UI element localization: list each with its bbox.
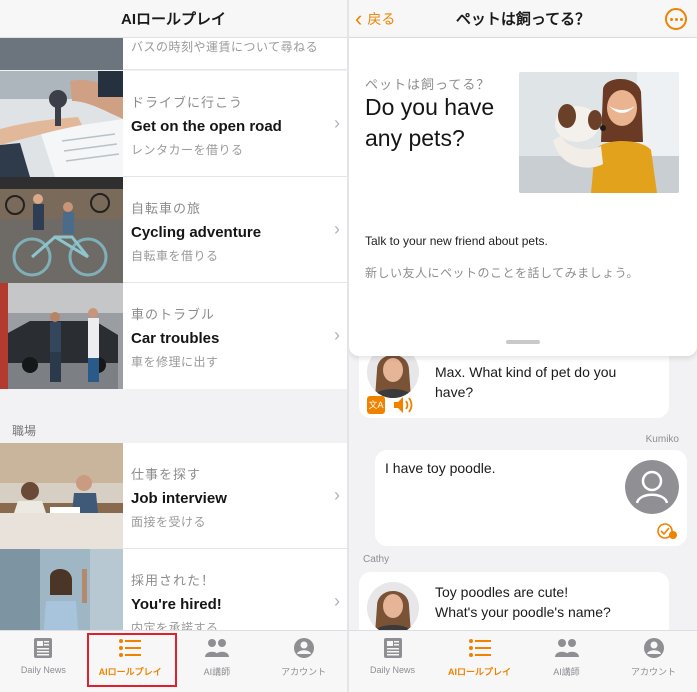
message-text: have? — [435, 384, 474, 400]
scenario-subtitle: 内定を承諾する — [131, 621, 219, 630]
check-icon[interactable] — [657, 522, 677, 545]
scenario-subtitle: 自転車を借りる — [131, 249, 219, 263]
user-message-bubble: I have toy poodle. — [375, 450, 687, 546]
page-title: AIロールプレイ — [120, 11, 226, 28]
speaker-icon[interactable] — [393, 396, 415, 419]
avatar — [367, 582, 419, 630]
car-keys-photo — [0, 71, 123, 177]
tab-label: Daily News — [20, 665, 66, 675]
people-icon — [554, 637, 580, 659]
message-text: I have toy poodle. — [385, 460, 496, 476]
chevron-right-icon: › — [334, 219, 340, 239]
tab-label: AI講師 — [203, 667, 231, 677]
tab-label: アカウント — [281, 667, 327, 677]
car-repair-photo — [0, 283, 123, 389]
scenario-en-title: Car troubles — [131, 330, 220, 347]
tab-account[interactable]: アカウント — [260, 631, 347, 692]
woman-with-dog-photo — [519, 72, 679, 193]
back-button[interactable]: ‹ 戻る — [355, 0, 395, 38]
scenario-jp-title: 仕事を探す — [131, 467, 202, 482]
tab-label: Daily News — [369, 665, 415, 675]
translate-icon[interactable]: 文A — [367, 396, 385, 414]
ai-message-bubble: Toy poodles are cute! What's your poodle… — [359, 572, 669, 630]
nav-bar: AIロールプレイ — [0, 0, 347, 38]
scenario-jp-title: 自転車の旅 — [131, 201, 202, 216]
default-avatar-icon — [625, 460, 679, 514]
scenario-en-title: You're hired! — [131, 596, 222, 613]
newspaper-icon — [30, 637, 56, 659]
scenario-row[interactable]: ドライブに行こう Get on the open road レンタカーを借りる … — [0, 71, 347, 177]
nav-bar: ‹ 戻る ペットは飼ってる？ — [349, 0, 697, 38]
chat-area[interactable]: Max. What kind of pet do you have? 文A Ku… — [349, 356, 697, 630]
avatar — [367, 356, 419, 398]
scenario-list[interactable]: バスの時刻や運賃について尋ねる ドライブに行こう Get on the open… — [0, 38, 347, 630]
job-interview-photo — [0, 443, 123, 549]
tab-daily-news[interactable]: Daily News — [0, 631, 87, 692]
scenario-jp-title: 採用された！ — [131, 573, 216, 588]
tab-ai-teacher[interactable]: AI講師 — [523, 631, 610, 692]
scenario-row[interactable]: 車のトラブル Car troubles 車を修理に出す › — [0, 283, 347, 389]
tab-label: アカウント — [630, 667, 676, 677]
tab-daily-news[interactable]: Daily News — [349, 631, 436, 692]
tab-account[interactable]: アカウント — [610, 631, 697, 692]
page-title: ペットは飼ってる？ — [455, 11, 591, 28]
chevron-left-icon: ‹ — [355, 6, 363, 31]
tab-ai-teacher[interactable]: AI講師 — [174, 631, 261, 692]
scenario-subtitle: 面接を受ける — [131, 515, 207, 529]
scenario-jp-title: ドライブに行こう — [131, 95, 244, 110]
tab-label: AI講師 — [553, 667, 580, 677]
speaker-name: Kumiko — [645, 434, 679, 445]
scenario-photo — [0, 38, 123, 70]
tab-ai-roleplay[interactable]: AIロールプレイ — [436, 631, 523, 692]
bicycle-shop-photo — [0, 177, 123, 283]
section-label: 職場 — [12, 424, 37, 438]
scenario-row[interactable]: 仕事を探す Job interview 面接を受ける › — [0, 443, 347, 549]
left-screen: AIロールプレイ バスの時刻や運賃について尋ねる ドライブに行こう Get on… — [0, 0, 347, 692]
scenario-subtitle: バスの時刻や運賃について尋ねる — [131, 40, 319, 54]
hired-photo — [0, 549, 123, 630]
scenario-row[interactable]: 採用された！ You're hired! 内定を承諾する › — [0, 549, 347, 630]
more-icon[interactable] — [665, 8, 687, 30]
tab-label: AIロールプレイ — [447, 667, 511, 677]
message-text: Toy poodles are cute! — [435, 584, 569, 600]
speaker-name: Cathy — [363, 554, 390, 565]
tab-bar: Daily News AIロールプレイ AI講師 アカウント — [349, 630, 697, 692]
scenario-subtitle: レンタカーを借りる — [131, 143, 244, 157]
scenario-row-partial[interactable]: バスの時刻や運賃について尋ねる — [0, 38, 347, 70]
scenario-en-title: Job interview — [131, 490, 227, 507]
sheet-grabber[interactable] — [506, 340, 540, 344]
scenario-jp-title: 車のトラブル — [131, 307, 216, 322]
message-text: Max. What kind of pet do you — [435, 364, 617, 380]
back-label: 戻る — [367, 11, 396, 27]
scenario-row[interactable]: 自転車の旅 Cycling adventure 自転車を借りる › — [0, 177, 347, 283]
card-description: Talk to your new friend about pets. — [365, 234, 548, 248]
message-text: What's your poodle's name? — [435, 604, 611, 620]
scenario-card: ペットは飼ってる？ Do you have any pets? Talk to … — [349, 38, 697, 356]
chevron-right-icon: › — [334, 325, 340, 345]
scenario-en-title: Cycling adventure — [131, 224, 262, 241]
person-icon — [641, 637, 667, 659]
chevron-right-icon: › — [334, 485, 340, 505]
people-icon — [204, 637, 230, 659]
card-description-jp: 新しい友人にペットのことを話してみましょう。 — [365, 266, 639, 280]
card-en-title: Do you have any pets? — [365, 94, 495, 151]
chevron-right-icon: › — [334, 113, 340, 133]
highlight-box — [87, 633, 177, 687]
person-icon — [291, 637, 317, 659]
scenario-subtitle: 車を修理に出す — [131, 355, 219, 369]
list-icon — [467, 637, 493, 659]
card-jp-title: ペットは飼ってる？ — [365, 77, 491, 92]
right-screen: ‹ 戻る ペットは飼ってる？ ペットは飼ってる？ Do you have any… — [349, 0, 697, 692]
newspaper-icon — [380, 637, 406, 659]
chevron-right-icon: › — [334, 591, 340, 611]
section-header: 職場 — [0, 389, 347, 443]
scenario-en-title: Get on the open road — [131, 118, 282, 135]
